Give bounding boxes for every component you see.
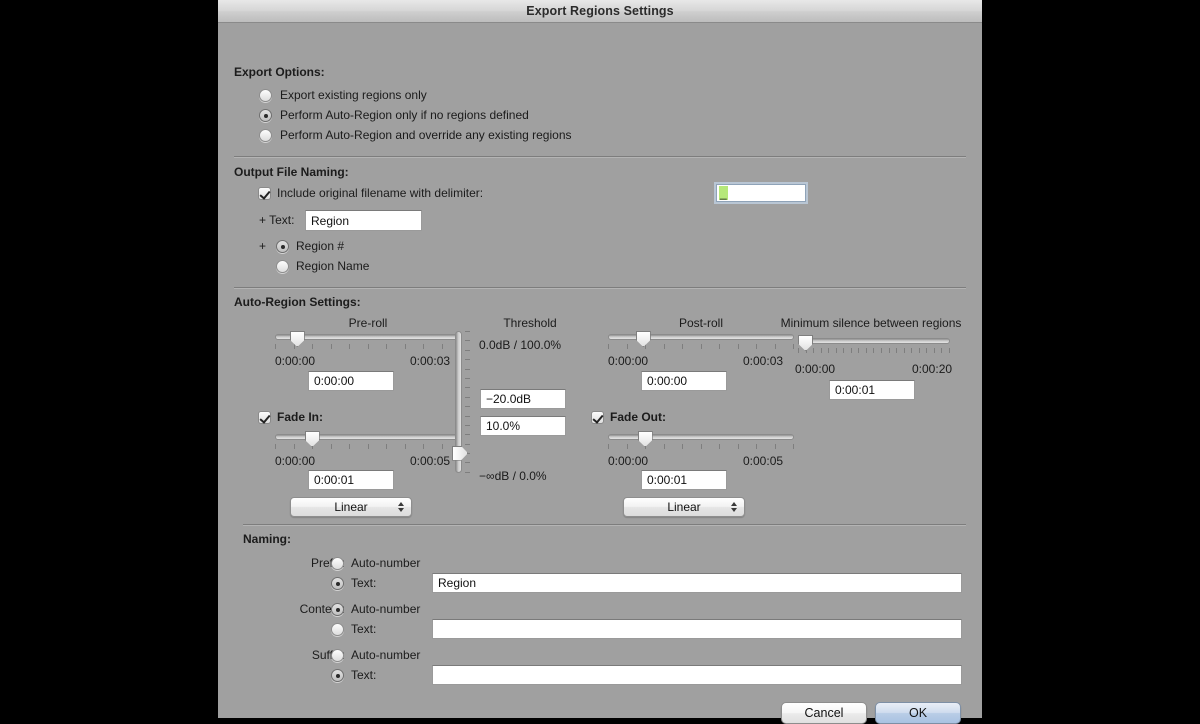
export-options-heading: Export Options: xyxy=(234,65,325,79)
fade-out-min-label: 0:00:00 xyxy=(608,454,649,468)
prefix-text-input[interactable]: Region xyxy=(432,573,962,593)
label-plus-text: + Text: xyxy=(259,213,295,227)
label-suffix-text: Text: xyxy=(351,668,377,682)
radio-suffix-auto-number[interactable] xyxy=(331,649,344,662)
label-fade-out: Fade Out: xyxy=(610,410,666,424)
radio-region-name[interactable] xyxy=(276,260,289,273)
radio-prefix-auto-number[interactable] xyxy=(331,557,344,570)
postroll-slider-ticks xyxy=(608,344,794,350)
fade-out-curve-popup[interactable]: Linear xyxy=(623,497,745,517)
fade-out-value-input[interactable]: 0:00:01 xyxy=(641,470,727,490)
fade-in-min-label: 0:00:00 xyxy=(275,454,316,468)
label-content-auto-number: Auto-number xyxy=(351,602,421,616)
preroll-slider[interactable] xyxy=(275,331,461,353)
label-fade-in: Fade In: xyxy=(277,410,324,424)
auto-region-heading: Auto-Region Settings: xyxy=(234,295,361,309)
min-silence-max-label: 0:00:20 xyxy=(912,362,953,376)
radio-suffix-text[interactable] xyxy=(331,669,344,682)
radio-auto-region-override[interactable] xyxy=(259,129,272,142)
radio-content-auto-number[interactable] xyxy=(331,603,344,616)
checkbox-fade-out[interactable] xyxy=(591,411,604,424)
label-prefix-text: Text: xyxy=(351,576,377,590)
divider-output-naming xyxy=(234,156,966,158)
divider-auto-region xyxy=(234,287,966,289)
postroll-max-label: 0:00:03 xyxy=(743,354,784,368)
threshold-slider[interactable] xyxy=(452,331,474,473)
postroll-slider[interactable] xyxy=(608,331,794,353)
radio-auto-region-if-none[interactable] xyxy=(259,109,272,122)
label-content-text: Text: xyxy=(351,622,377,636)
fade-out-slider-track[interactable] xyxy=(608,434,794,440)
min-silence-slider-track[interactable] xyxy=(798,338,950,344)
preroll-min-label: 0:00:00 xyxy=(275,354,316,368)
fade-out-max-label: 0:00:05 xyxy=(743,454,784,468)
naming-heading: Naming: xyxy=(243,532,291,546)
dialog-title: Export Regions Settings xyxy=(526,4,674,18)
delimiter-value: _ xyxy=(719,186,728,200)
dialog-body: Export Options: Export existing regions … xyxy=(218,23,982,724)
label-suffix-auto-number: Auto-number xyxy=(351,648,421,662)
label-include-original-filename: Include original filename with delimiter… xyxy=(277,186,484,200)
label-auto-region-override: Perform Auto-Region and override any exi… xyxy=(280,128,572,142)
radio-region-number[interactable] xyxy=(276,240,289,253)
label-prefix-auto-number: Auto-number xyxy=(351,556,421,570)
content-text-input[interactable] xyxy=(432,619,962,639)
label-export-existing-only: Export existing regions only xyxy=(280,88,427,102)
label-region-number: Region # xyxy=(296,239,345,253)
preroll-slider-ticks xyxy=(275,344,461,350)
fade-out-slider-ticks xyxy=(608,444,794,450)
min-silence-value-input[interactable]: 0:00:01 xyxy=(829,380,915,400)
radio-content-text[interactable] xyxy=(331,623,344,636)
threshold-percent-input[interactable]: 10.0% xyxy=(480,416,566,436)
dialog-titlebar: Export Regions Settings xyxy=(218,0,982,23)
label-region-name: Region Name xyxy=(296,259,370,273)
min-silence-slider-ticks xyxy=(798,348,950,354)
ok-button[interactable]: OK xyxy=(875,702,961,724)
fade-out-curve-value: Linear xyxy=(667,500,701,514)
label-auto-region-if-none: Perform Auto-Region only if no regions d… xyxy=(280,108,529,122)
export-regions-dialog: Export Regions Settings Export Options: … xyxy=(218,0,982,724)
radio-export-existing-only[interactable] xyxy=(259,89,272,102)
fade-in-slider[interactable] xyxy=(275,431,461,453)
threshold-db-input[interactable]: −20.0dB xyxy=(480,389,566,409)
screen: Export Regions Settings Export Options: … xyxy=(0,0,1200,724)
postroll-title: Post-roll xyxy=(678,316,723,330)
checkbox-fade-in[interactable] xyxy=(258,411,271,424)
preroll-value-input[interactable]: 0:00:00 xyxy=(308,371,394,391)
output-naming-heading: Output File Naming: xyxy=(234,165,349,179)
fade-in-value-input[interactable]: 0:00:01 xyxy=(308,470,394,490)
suffix-text-input[interactable] xyxy=(432,665,962,685)
delimiter-input[interactable]: _ xyxy=(714,182,808,204)
preroll-max-label: 0:00:03 xyxy=(410,354,451,368)
divider-naming xyxy=(243,524,966,526)
threshold-title: Threshold xyxy=(503,316,557,330)
min-silence-min-label: 0:00:00 xyxy=(795,362,836,376)
preroll-title: Pre-roll xyxy=(348,316,388,330)
fade-in-max-label: 0:00:05 xyxy=(410,454,451,468)
cancel-button[interactable]: Cancel xyxy=(781,702,867,724)
threshold-bottom-label: −∞dB / 0.0% xyxy=(479,469,547,483)
radio-prefix-text[interactable] xyxy=(331,577,344,590)
stepper-arrows-icon xyxy=(731,502,737,512)
threshold-top-label: 0.0dB / 100.0% xyxy=(479,338,562,352)
fade-in-curve-popup[interactable]: Linear xyxy=(290,497,412,517)
min-silence-title: Minimum silence between regions xyxy=(780,316,962,330)
checkbox-include-original-filename[interactable] xyxy=(258,187,271,200)
stepper-arrows-icon xyxy=(398,502,404,512)
fade-in-slider-ticks xyxy=(275,444,461,450)
fade-out-slider[interactable] xyxy=(608,431,794,453)
postroll-min-label: 0:00:00 xyxy=(608,354,649,368)
fade-in-slider-track[interactable] xyxy=(275,434,461,440)
fade-in-curve-value: Linear xyxy=(334,500,368,514)
label-plus: + xyxy=(259,239,267,253)
postroll-value-input[interactable]: 0:00:00 xyxy=(641,371,727,391)
min-silence-slider[interactable] xyxy=(798,335,950,357)
output-text-input[interactable]: Region xyxy=(305,210,422,231)
